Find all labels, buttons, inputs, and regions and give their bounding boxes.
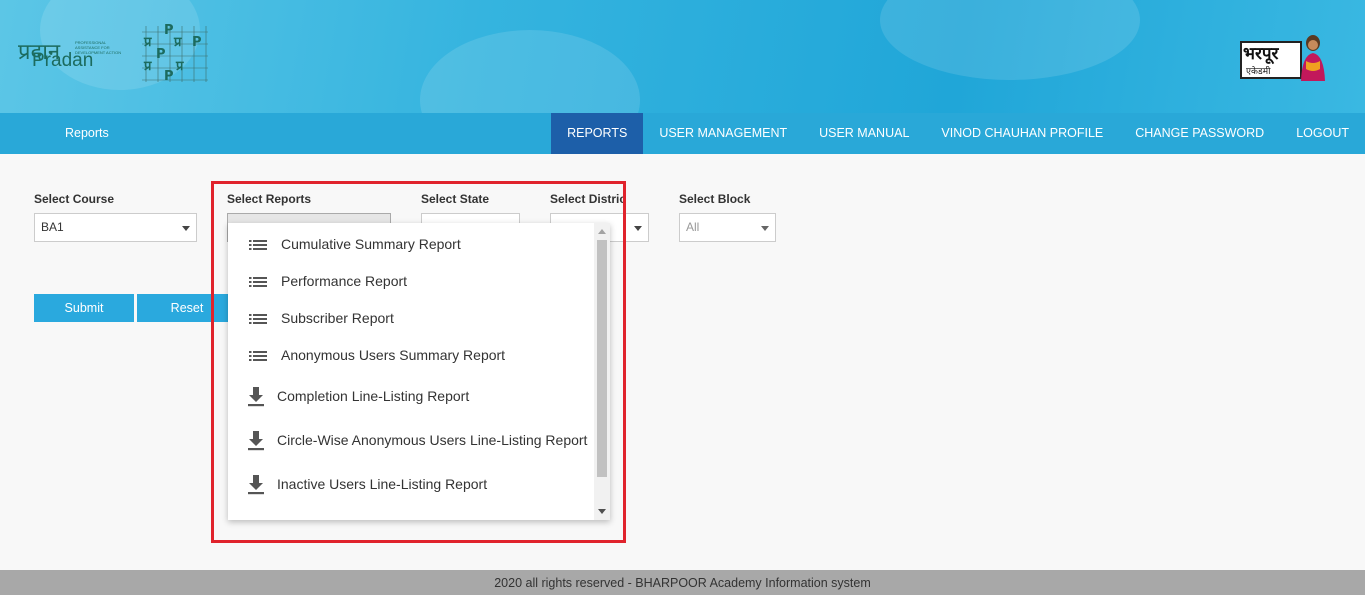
chevron-down-icon [634,226,642,231]
svg-text:प्र: प्र [143,35,152,50]
highlight-box [211,181,626,543]
woman-illustration-icon [1301,35,1325,81]
submit-button[interactable]: Submit [34,294,134,322]
bharpoor-logo-title: भरपूर [1243,44,1279,64]
nav-item-logout[interactable]: LOGOUT [1280,113,1365,154]
pradan-logo-tagline: PROFESSIONAL ASSISTANCE FOR DEVELOPMENT … [75,40,122,55]
svg-text:प्र: प्र [173,35,182,50]
chevron-down-icon [182,226,190,231]
bharpoor-logo: भरपूर एकेडमी [1238,31,1330,83]
nav-item-user-management[interactable]: USER MANAGEMENT [643,113,803,154]
block-select[interactable]: All [679,213,776,242]
svg-text:P: P [156,47,166,62]
bharpoor-logo-subtitle: एकेडमी [1246,67,1271,77]
pradan-grid-logo: P प्र प्र P P प्र प्र P [138,22,210,84]
footer: 2020 all rights reserved - BHARPOOR Acad… [0,570,1365,595]
course-label: Select Course [34,192,115,206]
footer-text: 2020 all rights reserved - BHARPOOR Acad… [494,576,871,590]
chevron-down-icon [761,226,769,231]
svg-text:P: P [164,23,174,38]
block-label: Select Block [679,192,751,206]
svg-text:प्र: प्र [175,59,184,74]
course-select-value: BA1 [41,220,64,234]
nav-item-user-manual[interactable]: USER MANUAL [803,113,925,154]
header-banner: प्रदान Pradan PROFESSIONAL ASSISTANCE FO… [0,0,1365,113]
svg-text:P: P [192,35,202,50]
svg-text:प्र: प्र [143,59,152,74]
block-select-value: All [686,220,700,234]
nav-item-change-password[interactable]: CHANGE PASSWORD [1119,113,1280,154]
navbar-brand[interactable]: Reports [65,113,109,154]
nav-item-profile[interactable]: VINOD CHAUHAN PROFILE [925,113,1119,154]
nav-item-reports[interactable]: REPORTS [551,113,644,154]
top-navbar: Reports REPORTS USER MANAGEMENT USER MAN… [0,113,1365,154]
navbar-menu: REPORTS USER MANAGEMENT USER MANUAL VINO… [551,113,1365,154]
pradan-logo: प्रदान Pradan PROFESSIONAL ASSISTANCE FO… [18,36,128,76]
course-select[interactable]: BA1 [34,213,197,242]
svg-text:P: P [164,69,174,84]
